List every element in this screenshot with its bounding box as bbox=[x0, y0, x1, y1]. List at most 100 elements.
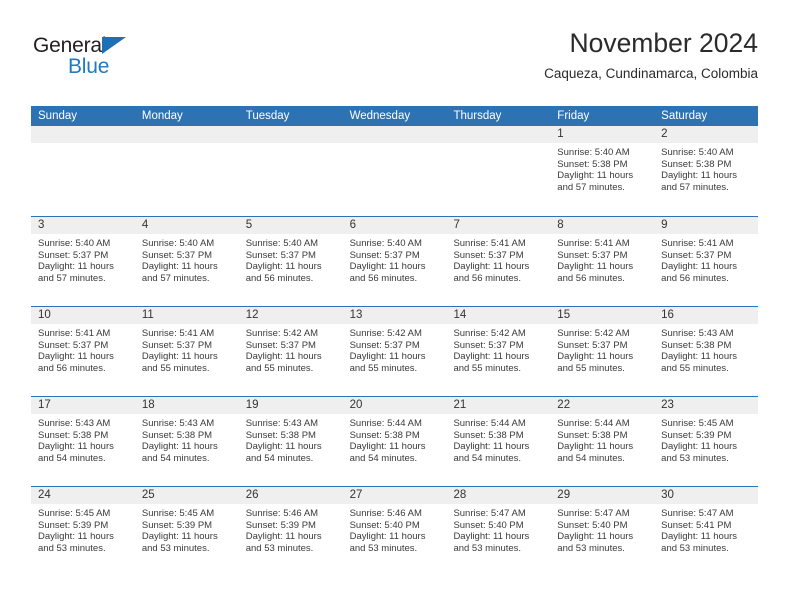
sunset-text: Sunset: 5:38 PM bbox=[38, 429, 109, 441]
calendar-day-cell[interactable]: 4 Sunrise: 5:40 AM Sunset: 5:37 PM Daylight… bbox=[134, 217, 239, 306]
day-sun-info: Sunrise: 5:42 AM Sunset: 5:37 PM Daylight:… bbox=[446, 324, 550, 374]
calendar-day-cell[interactable]: 18 Sunrise: 5:43 AM Sunset: 5:38 PM Dayligh… bbox=[134, 397, 239, 486]
calendar-day-cell[interactable]: 30 Sunrise: 5:47 AM Sunset: 5:41 PM Dayligh… bbox=[654, 487, 759, 576]
sunrise-text: Sunrise: 5:45 AM bbox=[141, 508, 215, 519]
calendar-day-cell[interactable]: 21 Sunrise: 5:44 AM Sunset: 5:38 PM Dayligh… bbox=[446, 397, 551, 486]
day-sun-info: Sunrise: 5:41 AM Sunset: 5:37 PM Daylight:… bbox=[550, 234, 654, 284]
daylight-text: Daylight: 11 hours and 54 minutes. bbox=[453, 441, 530, 464]
day-number: 23 bbox=[654, 397, 759, 414]
page-header: General Blue November 2024 Caqueza, Cund… bbox=[31, 26, 758, 98]
title-block: November 2024 Caqueza, Cundinamarca, Col… bbox=[544, 26, 758, 85]
sunrise-text: Sunrise: 5:40 AM bbox=[38, 238, 111, 249]
sunrise-text: Sunrise: 5:41 AM bbox=[453, 238, 526, 249]
sunrise-text: Sunrise: 5:41 AM bbox=[661, 238, 734, 249]
day-sun-info: Sunrise: 5:43 AM Sunset: 5:38 PM Daylight:… bbox=[654, 324, 758, 374]
day-number: 16 bbox=[654, 307, 759, 324]
daylight-text: Daylight: 11 hours and 56 minutes. bbox=[557, 261, 634, 284]
day-number: 13 bbox=[342, 307, 447, 324]
day-sun-info: Sunrise: 5:40 AM Sunset: 5:38 PM Daylight:… bbox=[654, 143, 758, 193]
day-sun-info: Sunrise: 5:42 AM Sunset: 5:37 PM Daylight:… bbox=[239, 324, 343, 374]
day-number: 5 bbox=[238, 217, 343, 234]
sunset-text: Sunset: 5:38 PM bbox=[245, 429, 316, 441]
sunset-text: Sunset: 5:40 PM bbox=[453, 519, 524, 531]
day-sun-info: Sunrise: 5:44 AM Sunset: 5:38 PM Daylight:… bbox=[446, 414, 550, 464]
day-number: 25 bbox=[134, 487, 239, 504]
weekday-header-friday: Friday bbox=[557, 110, 590, 122]
calendar-day-cell[interactable]: 26 Sunrise: 5:46 AM Sunset: 5:39 PM Dayligh… bbox=[238, 487, 343, 576]
day-number: 8 bbox=[550, 217, 655, 234]
calendar-day-cell[interactable]: 9 Sunrise: 5:41 AM Sunset: 5:37 PM Daylight… bbox=[654, 217, 759, 306]
day-number: 4 bbox=[134, 217, 239, 234]
logo-text-blue: Blue bbox=[68, 55, 110, 78]
calendar-day-cell[interactable]: 27 Sunrise: 5:46 AM Sunset: 5:40 PM Dayligh… bbox=[342, 487, 447, 576]
day-sun-info: Sunrise: 5:45 AM Sunset: 5:39 PM Daylight:… bbox=[135, 504, 239, 554]
sunrise-text: Sunrise: 5:46 AM bbox=[245, 508, 319, 519]
sunrise-text: Sunrise: 5:47 AM bbox=[453, 508, 526, 519]
day-sun-info: Sunrise: 5:47 AM Sunset: 5:41 PM Daylight:… bbox=[654, 504, 758, 554]
daylight-text: Daylight: 11 hours and 54 minutes. bbox=[245, 441, 322, 464]
calendar-day-cell-empty bbox=[134, 126, 239, 216]
calendar-day-cell[interactable]: 12 Sunrise: 5:42 AM Sunset: 5:37 PM Dayligh… bbox=[238, 307, 343, 396]
calendar-day-cell[interactable]: 20 Sunrise: 5:44 AM Sunset: 5:38 PM Dayligh… bbox=[342, 397, 447, 486]
day-number: 19 bbox=[238, 397, 343, 414]
sunrise-text: Sunrise: 5:42 AM bbox=[453, 328, 526, 339]
calendar-day-cell[interactable]: 28 Sunrise: 5:47 AM Sunset: 5:40 PM Dayligh… bbox=[446, 487, 551, 576]
day-number bbox=[134, 126, 239, 143]
calendar-day-cell[interactable]: 7 Sunrise: 5:41 AM Sunset: 5:37 PM Daylight… bbox=[446, 217, 551, 306]
weekday-header-row: Sunday Monday Tuesday Wednesday Thursday… bbox=[31, 106, 758, 126]
calendar-day-cell[interactable]: 10 Sunrise: 5:41 AM Sunset: 5:37 PM Dayligh… bbox=[31, 307, 135, 396]
sunrise-text: Sunrise: 5:43 AM bbox=[141, 418, 215, 429]
sunrise-text: Sunrise: 5:47 AM bbox=[661, 508, 734, 519]
day-number: 6 bbox=[342, 217, 447, 234]
calendar-day-cell[interactable]: 1 Sunrise: 5:40 AM Sunset: 5:38 PM Daylight… bbox=[550, 126, 655, 216]
calendar-day-cell[interactable]: 6 Sunrise: 5:40 AM Sunset: 5:37 PM Daylight… bbox=[342, 217, 447, 306]
calendar-day-cell[interactable]: 29 Sunrise: 5:47 AM Sunset: 5:40 PM Dayligh… bbox=[550, 487, 655, 576]
calendar-day-cell[interactable]: 24 Sunrise: 5:45 AM Sunset: 5:39 PM Dayligh… bbox=[31, 487, 135, 576]
calendar-day-cell[interactable]: 17 Sunrise: 5:43 AM Sunset: 5:38 PM Dayligh… bbox=[31, 397, 135, 486]
daylight-text: Daylight: 11 hours and 55 minutes. bbox=[557, 351, 634, 374]
calendar-day-cell[interactable]: 2 Sunrise: 5:40 AM Sunset: 5:38 PM Daylight… bbox=[654, 126, 759, 216]
calendar-day-cell[interactable]: 25 Sunrise: 5:45 AM Sunset: 5:39 PM Dayligh… bbox=[134, 487, 239, 576]
weekday-header-monday: Monday bbox=[141, 110, 183, 122]
day-sun-info: Sunrise: 5:40 AM Sunset: 5:37 PM Daylight:… bbox=[343, 234, 447, 284]
weekday-header-wednesday: Wednesday bbox=[349, 110, 411, 122]
daylight-text: Daylight: 11 hours and 53 minutes. bbox=[661, 441, 738, 464]
calendar-day-cell[interactable]: 22 Sunrise: 5:44 AM Sunset: 5:38 PM Dayligh… bbox=[550, 397, 655, 486]
calendar-day-cell[interactable]: 5 Sunrise: 5:40 AM Sunset: 5:37 PM Daylight… bbox=[238, 217, 343, 306]
sunset-text: Sunset: 5:37 PM bbox=[245, 249, 316, 261]
calendar-day-cell[interactable]: 23 Sunrise: 5:45 AM Sunset: 5:39 PM Dayligh… bbox=[654, 397, 759, 486]
general-blue-logo: General Blue bbox=[31, 34, 221, 90]
calendar-weeks: 1 Sunrise: 5:40 AM Sunset: 5:38 PM Daylight… bbox=[31, 126, 759, 576]
sunset-text: Sunset: 5:39 PM bbox=[245, 519, 316, 531]
calendar-day-cell[interactable]: 11 Sunrise: 5:41 AM Sunset: 5:37 PM Dayligh… bbox=[134, 307, 239, 396]
sunset-text: Sunset: 5:39 PM bbox=[38, 519, 109, 531]
calendar-day-cell[interactable]: 3 Sunrise: 5:40 AM Sunset: 5:37 PM Daylight… bbox=[31, 217, 135, 306]
daylight-text: Daylight: 11 hours and 53 minutes. bbox=[141, 531, 218, 554]
calendar-day-cell[interactable]: 19 Sunrise: 5:43 AM Sunset: 5:38 PM Dayligh… bbox=[238, 397, 343, 486]
calendar-day-cell[interactable]: 16 Sunrise: 5:43 AM Sunset: 5:38 PM Dayligh… bbox=[654, 307, 759, 396]
day-number: 14 bbox=[446, 307, 551, 324]
sunset-text: Sunset: 5:37 PM bbox=[661, 249, 732, 261]
daylight-text: Daylight: 11 hours and 53 minutes. bbox=[453, 531, 530, 554]
sunrise-text: Sunrise: 5:42 AM bbox=[245, 328, 319, 339]
day-sun-info: Sunrise: 5:41 AM Sunset: 5:37 PM Daylight:… bbox=[135, 324, 239, 374]
sunset-text: Sunset: 5:37 PM bbox=[453, 249, 524, 261]
day-number: 24 bbox=[31, 487, 135, 504]
sunrise-text: Sunrise: 5:40 AM bbox=[349, 238, 422, 249]
day-number: 30 bbox=[654, 487, 759, 504]
daylight-text: Daylight: 11 hours and 56 minutes. bbox=[245, 261, 322, 284]
day-number: 10 bbox=[31, 307, 135, 324]
calendar-day-cell[interactable]: 14 Sunrise: 5:42 AM Sunset: 5:37 PM Dayligh… bbox=[446, 307, 551, 396]
sunset-text: Sunset: 5:38 PM bbox=[661, 339, 732, 351]
calendar-day-cell[interactable]: 15 Sunrise: 5:42 AM Sunset: 5:37 PM Dayligh… bbox=[550, 307, 655, 396]
calendar-day-cell[interactable]: 8 Sunrise: 5:41 AM Sunset: 5:37 PM Daylight… bbox=[550, 217, 655, 306]
calendar-day-cell[interactable]: 13 Sunrise: 5:42 AM Sunset: 5:37 PM Dayligh… bbox=[342, 307, 447, 396]
sunset-text: Sunset: 5:37 PM bbox=[453, 339, 524, 351]
calendar-day-cell-empty bbox=[238, 126, 343, 216]
day-number: 2 bbox=[654, 126, 759, 143]
day-number: 18 bbox=[134, 397, 239, 414]
daylight-text: Daylight: 11 hours and 53 minutes. bbox=[557, 531, 634, 554]
daylight-text: Daylight: 11 hours and 56 minutes. bbox=[38, 351, 114, 374]
daylight-text: Daylight: 11 hours and 55 minutes. bbox=[661, 351, 738, 374]
sunrise-text: Sunrise: 5:40 AM bbox=[141, 238, 215, 249]
